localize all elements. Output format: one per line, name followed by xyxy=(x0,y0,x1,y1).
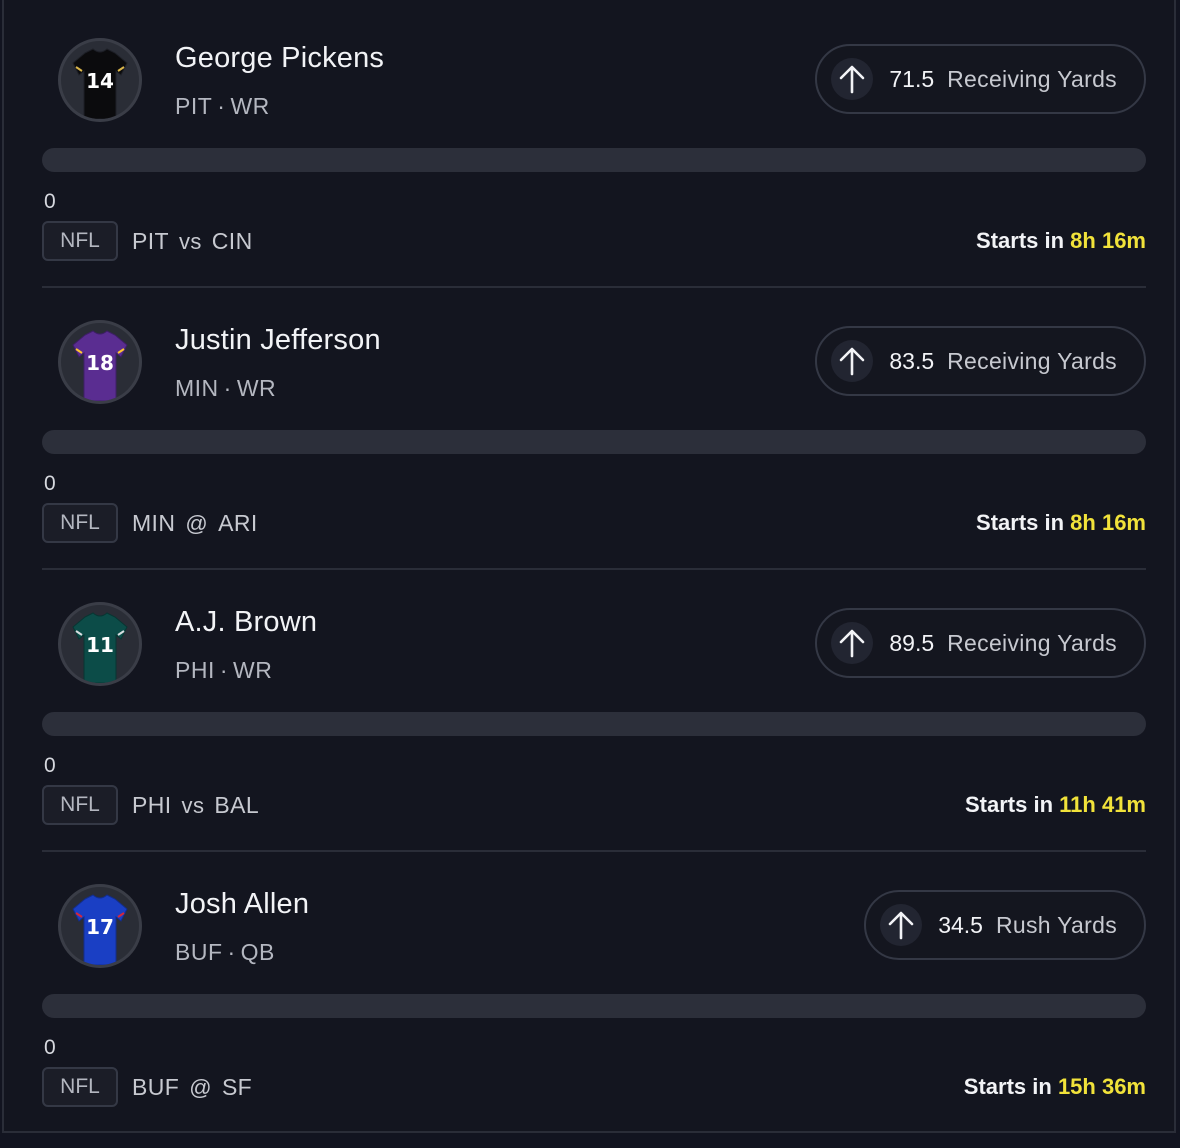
meta-separator: · xyxy=(227,939,236,965)
league-badge: NFL xyxy=(42,221,118,261)
player-avatar: 11 xyxy=(58,602,142,686)
home-team: PHI xyxy=(132,792,172,818)
arrow-up-icon xyxy=(831,58,874,100)
matchup: MIN @ ARI xyxy=(132,510,258,537)
home-team: MIN xyxy=(132,510,176,536)
start-countdown: Starts in 8h 16m xyxy=(976,510,1146,536)
starts-label: Starts in xyxy=(963,1074,1052,1099)
player-team-position: PHI · WR xyxy=(175,657,272,684)
player-card[interactable]: 17 Josh Allen BUF · QB 34.5 Rush Yards 0 N… xyxy=(42,846,1146,1128)
matchup-separator: @ xyxy=(185,511,209,536)
player-name: Josh Allen xyxy=(175,888,310,920)
jersey-number: 17 xyxy=(86,915,114,939)
pick-list-panel: 14 George Pickens PIT · WR 71.5 Receiving … xyxy=(2,0,1176,1133)
player-avatar: 18 xyxy=(58,320,142,404)
stat-progress-bar xyxy=(42,430,1146,454)
starts-time: 8h 16m xyxy=(1070,228,1146,253)
player-avatar: 17 xyxy=(58,884,142,968)
current-stat-value: 0 xyxy=(44,190,56,213)
matchup: PIT vs CIN xyxy=(132,228,253,255)
higher-pick-button[interactable]: 89.5 Receiving Yards xyxy=(815,608,1146,678)
team-abbr: PHI xyxy=(175,657,215,683)
league-badge: NFL xyxy=(42,503,118,543)
starts-label: Starts in xyxy=(976,510,1065,535)
stat-progress-bar xyxy=(42,994,1146,1018)
meta-separator: · xyxy=(223,375,232,401)
player-avatar: 14 xyxy=(58,38,142,122)
player-card[interactable]: 11 A.J. Brown PHI · WR 89.5 Receiving Yard… xyxy=(42,564,1146,852)
player-name: George Pickens xyxy=(175,42,385,74)
start-countdown: Starts in 15h 36m xyxy=(964,1074,1146,1100)
team-abbr: PIT xyxy=(175,93,213,119)
meta-separator: · xyxy=(217,93,226,119)
jersey-number: 11 xyxy=(86,633,114,657)
stat-label: Receiving Yards xyxy=(947,65,1117,92)
matchup-separator: vs xyxy=(181,793,205,818)
player-name: A.J. Brown xyxy=(175,606,318,638)
team-abbr: BUF xyxy=(175,939,223,965)
starts-time: 8h 16m xyxy=(1070,510,1146,535)
position: WR xyxy=(236,375,277,401)
position: QB xyxy=(240,939,275,965)
current-stat-value: 0 xyxy=(44,754,56,777)
higher-pick-button[interactable]: 83.5 Receiving Yards xyxy=(815,326,1146,396)
league-badge: NFL xyxy=(42,1067,118,1107)
stat-label: Receiving Yards xyxy=(947,629,1117,656)
home-team: PIT xyxy=(132,228,169,254)
line-value: 71.5 xyxy=(889,65,935,92)
starts-time: 15h 36m xyxy=(1057,1074,1146,1099)
player-team-position: BUF · QB xyxy=(175,939,275,966)
jersey-icon: 17 xyxy=(72,894,128,965)
stat-label: Receiving Yards xyxy=(947,347,1117,374)
position: WR xyxy=(233,657,273,683)
player-team-position: PIT · WR xyxy=(175,93,270,120)
start-countdown: Starts in 8h 16m xyxy=(976,228,1146,254)
line-value: 34.5 xyxy=(938,911,983,938)
current-stat-value: 0 xyxy=(44,472,56,495)
higher-pick-button[interactable]: 71.5 Receiving Yards xyxy=(815,44,1146,114)
arrow-up-icon xyxy=(880,904,923,946)
start-countdown: Starts in 11h 41m xyxy=(965,792,1146,818)
meta-separator: · xyxy=(219,657,229,683)
stat-label: Rush Yards xyxy=(995,911,1117,938)
player-team-position: MIN · WR xyxy=(175,375,276,402)
away-team: BAL xyxy=(214,792,260,818)
matchup: BUF @ SF xyxy=(132,1074,252,1101)
player-card[interactable]: 14 George Pickens PIT · WR 71.5 Receiving … xyxy=(42,0,1146,288)
higher-pick-button[interactable]: 34.5 Rush Yards xyxy=(864,890,1146,960)
position: WR xyxy=(230,93,270,119)
player-card[interactable]: 18 Justin Jefferson MIN · WR 83.5 Receivin… xyxy=(42,282,1146,570)
starts-label: Starts in xyxy=(976,228,1065,253)
starts-time: 11h 41m xyxy=(1059,792,1146,817)
line-value: 83.5 xyxy=(889,347,935,374)
home-team: BUF xyxy=(132,1074,180,1100)
starts-label: Starts in xyxy=(965,792,1054,817)
stat-progress-bar xyxy=(42,148,1146,172)
away-team: SF xyxy=(221,1074,253,1100)
current-stat-value: 0 xyxy=(44,1036,56,1059)
away-team: CIN xyxy=(211,228,253,254)
line-value: 89.5 xyxy=(889,629,935,656)
jersey-icon: 11 xyxy=(72,612,128,683)
matchup-separator: vs xyxy=(178,229,202,254)
jersey-number: 18 xyxy=(86,351,114,375)
matchup: PHI vs BAL xyxy=(132,792,259,819)
arrow-up-icon xyxy=(831,340,874,382)
matchup-separator: @ xyxy=(189,1075,212,1100)
player-name: Justin Jefferson xyxy=(175,324,381,356)
arrow-up-icon xyxy=(831,622,874,664)
away-team: ARI xyxy=(218,510,258,536)
league-badge: NFL xyxy=(42,785,118,825)
jersey-number: 14 xyxy=(86,69,114,93)
jersey-icon: 14 xyxy=(72,48,128,119)
stat-progress-bar xyxy=(42,712,1146,736)
team-abbr: MIN xyxy=(175,375,219,401)
jersey-icon: 18 xyxy=(72,330,128,401)
